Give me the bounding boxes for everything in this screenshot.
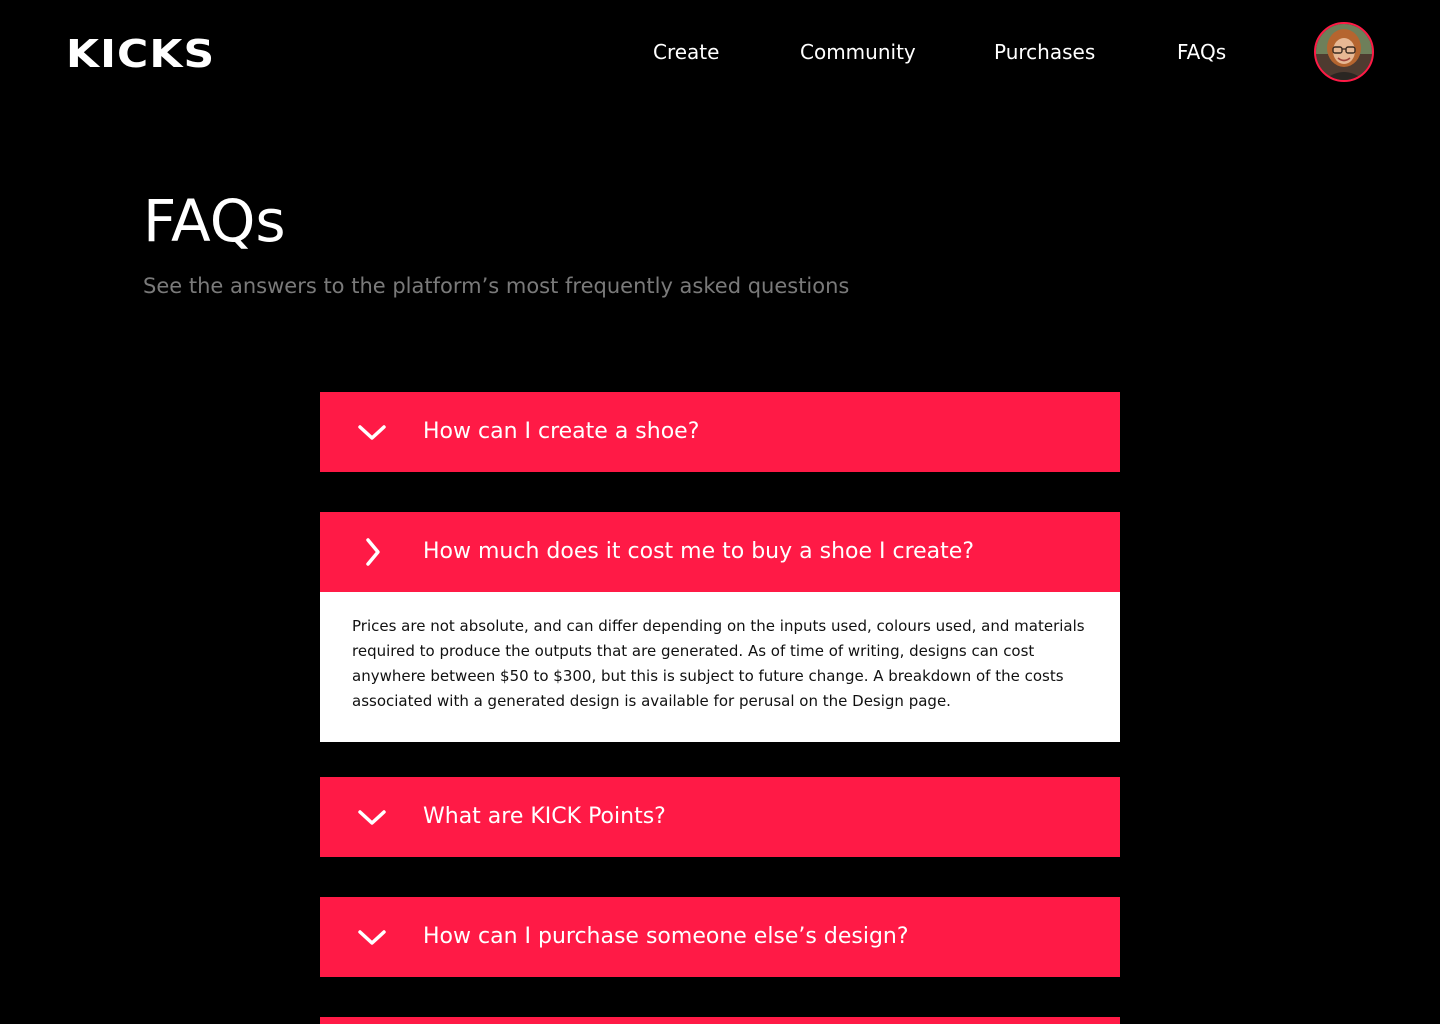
chevron-down-icon [358,810,386,825]
avatar-portrait-icon [1316,24,1372,80]
page-subtitle: See the answers to the platform’s most f… [143,274,850,298]
faq-header[interactable]: How can I purchase someone else’s design… [320,897,1120,977]
nav-purchases[interactable]: Purchases [994,38,1095,66]
faq-item: What are KICK Points? [320,777,1120,857]
nav-create[interactable]: Create [653,38,719,66]
faq-header[interactable] [320,1017,1120,1024]
faq-header[interactable]: How much does it cost me to buy a shoe I… [320,512,1120,592]
faqs-page: KICKS Create Community Purchases FAQs FA… [0,0,1440,1024]
faq-header[interactable]: How can I create a shoe? [320,392,1120,472]
faq-question: How can I create a shoe? [423,419,700,444]
faq-question: How can I purchase someone else’s design… [423,924,909,949]
chevron-down-icon [358,930,386,945]
faq-question: What are KICK Points? [423,804,666,829]
chevron-right-icon [366,538,380,566]
nav-community[interactable]: Community [800,38,916,66]
nav-faqs[interactable]: FAQs [1177,38,1226,66]
page-title: FAQs [143,187,286,255]
kicks-logo[interactable]: KICKS [66,34,215,74]
user-avatar[interactable] [1314,22,1374,82]
faq-header[interactable]: What are KICK Points? [320,777,1120,857]
faq-question: How much does it cost me to buy a shoe I… [423,539,974,564]
faq-item: How can I create a shoe? [320,392,1120,472]
faq-item-expanded: How much does it cost me to buy a shoe I… [320,512,1120,742]
faq-item: How can I purchase someone else’s design… [320,897,1120,977]
faq-item-partial [320,1017,1120,1024]
chevron-down-icon [358,425,386,440]
faq-answer: Prices are not absolute, and can differ … [320,592,1120,742]
